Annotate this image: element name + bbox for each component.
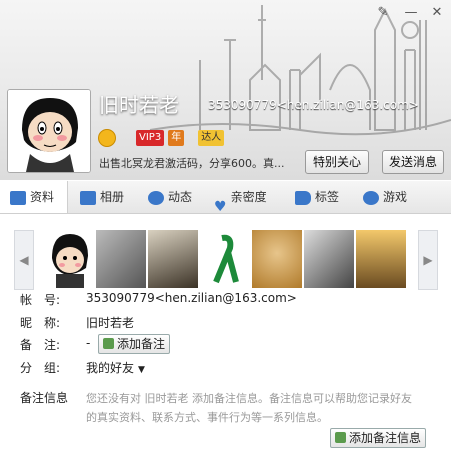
skin-icon[interactable]: ✎ [370, 3, 396, 23]
group-select[interactable]: 我的好友 ▼ [86, 359, 145, 376]
avatar[interactable] [7, 89, 91, 173]
tab-feeds[interactable]: 动态 [148, 181, 192, 213]
account-value: 353090779<hen.zilian@163.com> [86, 291, 297, 305]
profile-qq-email: 353090779<hen.zilian@163.com> [208, 98, 419, 112]
nickname-label: 昵 称: [20, 316, 61, 330]
photo-thumb[interactable] [200, 230, 250, 288]
signature-text[interactable]: 出售北冥龙君激活码，分享600。真... [99, 155, 304, 171]
photo-thumb[interactable] [44, 230, 94, 288]
daren-badge[interactable]: 达人 [198, 130, 225, 146]
remark-info-label: 备注信息 [20, 391, 69, 405]
photo-thumb[interactable] [304, 230, 354, 288]
add-remark-info-button[interactable]: 添加备注信息 [330, 428, 427, 448]
tab-intimacy[interactable]: ♥亲密度 [214, 181, 267, 215]
tab-bar: 资料 相册 动态 ♥亲密度 标签 游戏 [0, 181, 451, 215]
tab-profile[interactable]: 资料 [0, 181, 68, 213]
year-badge[interactable]: 年 [168, 130, 185, 146]
game-icon [363, 190, 379, 205]
badge-row: VIP3 年 达人 [98, 129, 225, 147]
photo-thumb[interactable] [96, 230, 146, 288]
photo-thumb[interactable] [148, 230, 198, 288]
remark-value: - [86, 336, 91, 350]
heart-icon: ♥ [214, 198, 227, 215]
photo-strip: ◀ ▶ [14, 230, 438, 290]
profile-name: 旧时若老 [99, 93, 179, 117]
green-ribbon-photo [213, 234, 239, 284]
shin-chan-photo [52, 234, 88, 288]
tab-album[interactable]: 相册 [80, 181, 124, 213]
account-label: 帐 号: [20, 293, 61, 307]
tab-tags[interactable]: 标签 [295, 181, 339, 213]
crayon-shin-chan-avatar [8, 90, 90, 172]
send-message-button[interactable]: 发送消息 [382, 150, 444, 174]
id-card-icon [10, 190, 26, 205]
qq-level-crown-icon[interactable] [98, 129, 116, 147]
album-icon [80, 190, 96, 205]
close-icon[interactable]: ✕ [424, 3, 450, 23]
add-remark-button[interactable]: 添加备注 [98, 334, 171, 354]
vip-badge[interactable]: VIP3 [136, 130, 165, 146]
prev-arrow-icon[interactable]: ◀ [14, 230, 34, 290]
minimize-icon[interactable]: — [398, 3, 424, 23]
remark-info-text: 您还没有对 旧时若老 添加备注信息。备注信息可以帮助您记录好友的真实资料、联系方… [86, 392, 412, 424]
edit-pen-icon [103, 338, 114, 349]
tag-icon [295, 190, 311, 205]
tab-games[interactable]: 游戏 [363, 181, 407, 213]
edit-pen-icon [335, 432, 346, 443]
nickname-value: 旧时若老 [86, 316, 135, 330]
feeds-icon [148, 190, 164, 205]
chevron-down-icon: ▼ [138, 365, 145, 375]
profile-header: ✎ — ✕ 旧时若老 353090779<hen.zilian@163.com>… [0, 0, 451, 180]
special-care-button[interactable]: 特别关心 [305, 150, 369, 174]
group-label: 分 组: [20, 361, 61, 375]
next-arrow-icon[interactable]: ▶ [418, 230, 438, 290]
remark-label: 备 注: [20, 338, 61, 352]
photo-thumb[interactable] [356, 230, 406, 288]
photo-thumb[interactable] [252, 230, 302, 288]
